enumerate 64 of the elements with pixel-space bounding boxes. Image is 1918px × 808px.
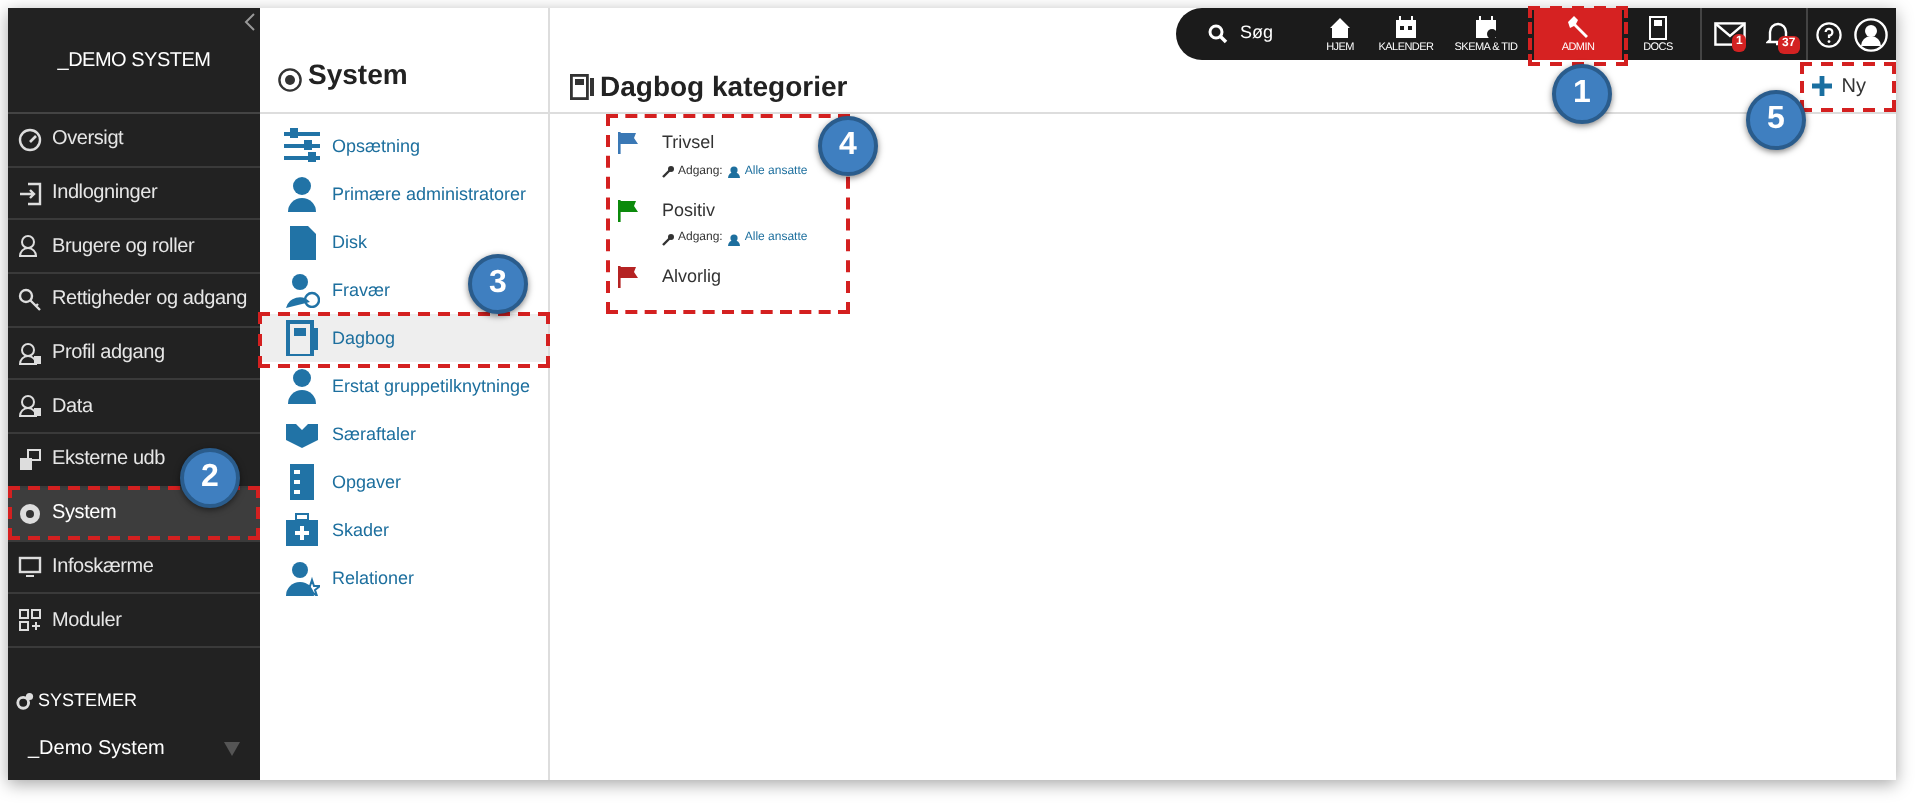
menu-icon [284,464,320,500]
plus-icon [1811,76,1832,96]
menu-item[interactable]: Særaftaler [260,410,421,458]
category-name: Trivsel [662,130,717,156]
menu-item[interactable]: Relationer [260,554,419,602]
sidebar-item[interactable]: Infoskærme [8,541,260,595]
sidebar-icon [18,127,42,152]
sidebar-item[interactable]: Oversigt [8,114,260,168]
collapse-icon[interactable] [244,12,256,32]
nav-icon [1394,15,1418,39]
key-icon [662,233,674,245]
nav-icon [1566,15,1590,39]
nav-icon [1474,15,1498,39]
menu-item[interactable]: Opsætning [260,122,425,170]
key-icon [662,166,674,178]
panel-title: System [308,56,408,94]
menu-icon [284,368,320,404]
sidebar-icon [18,447,42,472]
menu-icon [284,272,320,308]
menu-item[interactable]: Skader [260,506,394,554]
sidebar-icon [18,341,42,366]
notebook-icon [570,73,594,99]
search-icon [1208,24,1228,44]
menu-icon [284,224,320,260]
section-label: SYSTEMER [38,687,138,713]
nav-icon [1646,15,1670,39]
menu-icon [284,128,320,164]
dropdown-arrow-icon [224,742,240,756]
menu-icon [284,320,320,356]
sidebar-item[interactable]: Brugere og roller [8,220,260,275]
page-title: Dagbog kategorier [600,67,848,106]
sidebar-item[interactable]: Rettigheder og adgang [8,274,260,328]
sidebar-icon [18,234,42,259]
new-button[interactable]: Ny [1805,71,1872,101]
sidebar-icon [18,394,42,419]
category-name: Alvorlig [662,264,722,290]
system-dropdown[interactable]: _Demo System [8,734,260,764]
sidebar-item[interactable]: Indlogninger [8,167,260,221]
mail-icon[interactable] [1714,22,1746,46]
menu-item[interactable]: Fravær [260,266,394,314]
category-name: Positiv [662,197,718,223]
search-field[interactable]: Søg [1240,20,1274,48]
menu-icon [284,512,320,548]
menu-item[interactable]: Opgaver [260,458,406,506]
system-title: _DEMO SYSTEM [57,47,211,75]
sidebar-item[interactable]: Profil adgang [8,327,260,381]
sidebar-icon [18,554,42,579]
sidebar-icon [18,287,42,312]
menu-icon [284,560,320,596]
help-icon[interactable] [1816,21,1842,47]
menu-item[interactable]: Disk [260,218,371,266]
sidebar-icon [18,181,42,206]
group-icon [728,233,741,245]
menu-icon [284,176,320,212]
menu-item[interactable]: Primære administratorer [260,170,531,218]
group-icon [728,166,741,178]
menu-item[interactable]: Dagbog [260,314,548,362]
sidebar-icon [18,501,42,526]
menu-item[interactable]: Erstat gruppetilknytninge [260,362,535,410]
sidebar-icon [18,608,42,633]
avatar-icon[interactable] [1854,17,1888,51]
nav-icon [1328,15,1352,39]
sidebar-item[interactable]: Data [8,380,260,435]
sidebar-item[interactable]: Moduler [8,594,260,648]
